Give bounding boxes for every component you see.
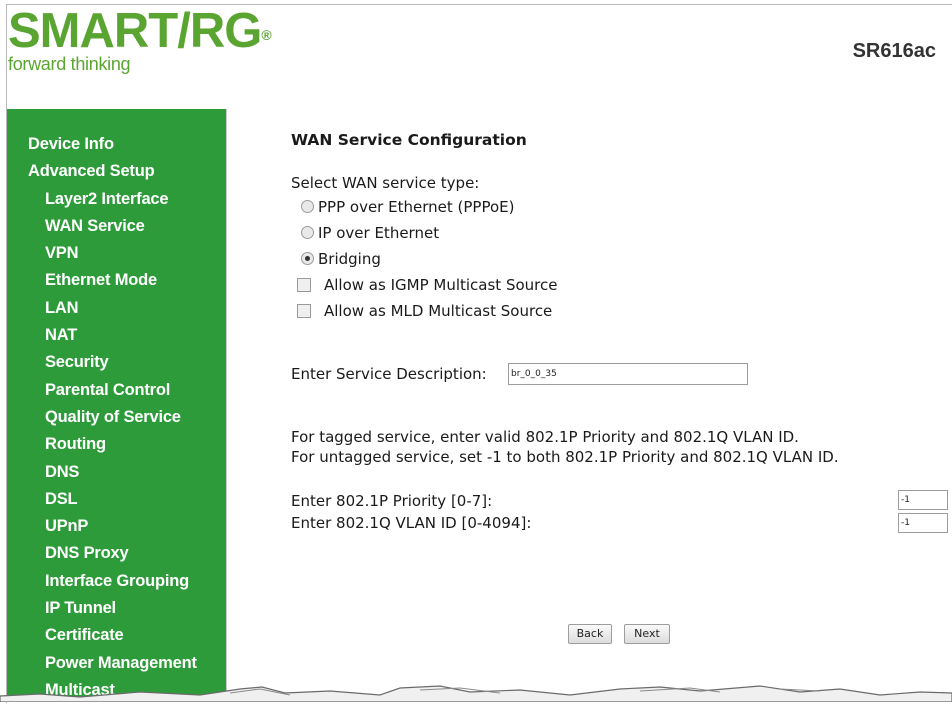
sidebar-item-upnp[interactable]: UPnP [7,513,197,540]
radio-button-selected[interactable] [301,252,314,265]
radio-button[interactable] [301,226,314,239]
sidebar-item-security[interactable]: Security [7,349,197,376]
sidebar-item-routing[interactable]: Routing [7,431,197,458]
back-button[interactable]: Back [568,624,612,644]
checkbox[interactable] [297,303,311,318]
smartrg-logo: SMART/RG® forward thinking [8,6,272,75]
sidebar-nav: Device Info Advanced Setup Layer2 Interfac… [7,109,227,702]
sidebar-item-certificate[interactable]: Certificate [7,622,197,649]
vlan-info-untagged: For untagged service, set -1 to both 802… [291,448,839,466]
sidebar-item-ethernet-mode[interactable]: Ethernet Mode [7,267,197,294]
logo-wordmark: SMART/RG® [8,4,272,58]
checkbox-label: Allow as MLD Multicast Source [324,302,553,320]
checkbox[interactable] [297,277,311,292]
sidebar-item-nat[interactable]: NAT [7,322,197,349]
next-button[interactable]: Next [624,624,670,644]
sidebar-item-interface-grouping[interactable]: Interface Grouping [7,568,197,595]
radio-label: Bridging [318,250,381,268]
checkbox-mld-multicast[interactable]: Allow as MLD Multicast Source [291,301,552,321]
service-description-label: Enter Service Description: [291,365,487,383]
sidebar-item-wan-service[interactable]: WAN Service [7,213,197,240]
vlan-info-tagged: For tagged service, enter valid 802.1P P… [291,428,799,446]
radio-button[interactable] [301,200,314,213]
sidebar-item-device-info[interactable]: Device Info [7,131,197,158]
model-name: SR616ac [852,40,936,62]
sidebar-item-vpn[interactable]: VPN [7,240,197,267]
radio-option-bridging[interactable]: Bridging [291,249,381,269]
sidebar-menu: Device Info Advanced Setup Layer2 Interfac… [7,131,197,704]
radio-option-ipoe[interactable]: IP over Ethernet [291,223,439,243]
service-description-input[interactable] [508,363,748,385]
page-title: WAN Service Configuration [291,131,527,149]
sidebar-item-ip-tunnel[interactable]: IP Tunnel [7,595,197,622]
priority-label: Enter 802.1P Priority [0-7]: [291,492,493,510]
checkbox-label: Allow as IGMP Multicast Source [324,276,558,294]
sidebar-item-dns[interactable]: DNS [7,459,197,486]
sidebar-item-lan[interactable]: LAN [7,295,197,322]
radio-option-pppoe[interactable]: PPP over Ethernet (PPPoE) [291,197,514,217]
priority-input[interactable] [898,490,948,510]
sidebar-item-dsl[interactable]: DSL [7,486,197,513]
sidebar-item-power-management[interactable]: Power Management [7,650,197,677]
sidebar-item-advanced-setup[interactable]: Advanced Setup [7,158,197,185]
sidebar-item-dns-proxy[interactable]: DNS Proxy [7,540,197,567]
radio-label: IP over Ethernet [318,224,440,242]
torn-edge-decoration [0,685,952,702]
select-service-label: Select WAN service type: [291,174,480,192]
sidebar-item-layer2-interface[interactable]: Layer2 Interface [7,186,197,213]
vlan-id-label: Enter 802.1Q VLAN ID [0-4094]: [291,514,532,532]
checkbox-igmp-multicast[interactable]: Allow as IGMP Multicast Source [291,275,557,295]
radio-label: PPP over Ethernet (PPPoE) [318,198,515,216]
sidebar-item-quality-of-service[interactable]: Quality of Service [7,404,197,431]
sidebar-item-parental-control[interactable]: Parental Control [7,377,197,404]
vlan-id-input[interactable] [898,513,948,533]
